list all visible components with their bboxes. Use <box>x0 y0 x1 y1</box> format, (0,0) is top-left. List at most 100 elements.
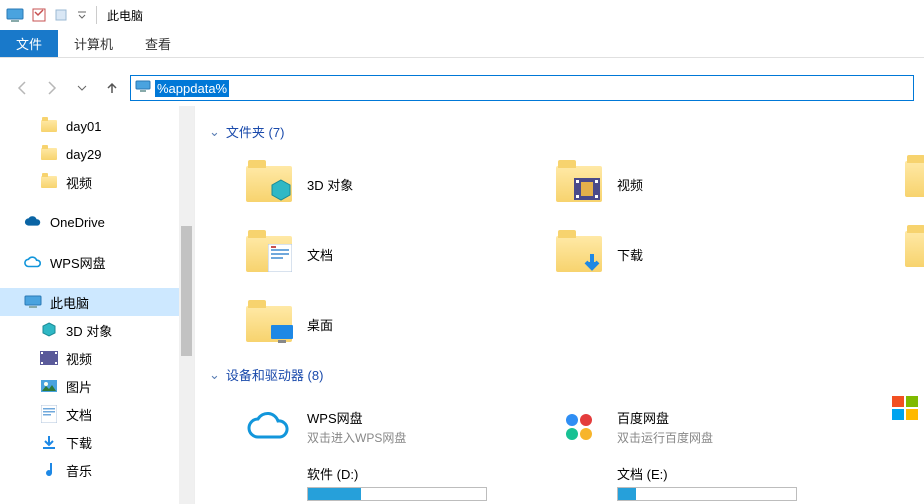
sidebar-item-label: day01 <box>66 119 101 134</box>
baidu-icon <box>555 403 603 451</box>
folder-item-partial-1[interactable] <box>884 214 924 284</box>
chevron-down-icon: ⌄ <box>209 124 220 140</box>
device-item-1[interactable]: 百度网盘双击运行百度网盘 <box>519 392 829 462</box>
sidebar-item-0[interactable]: day01 <box>0 112 180 140</box>
recent-dropdown[interactable] <box>70 76 94 100</box>
item-label: WPS网盘 <box>307 408 406 427</box>
group-header-devices[interactable]: ⌄ 设备和驱动器 (8) <box>209 365 924 384</box>
sidebar-item-label: WPS网盘 <box>50 253 106 272</box>
sidebar-item-1[interactable]: day29 <box>0 140 180 168</box>
group-title: 文件夹 (7) <box>226 122 285 141</box>
pc-icon <box>24 293 42 311</box>
sidebar-item-label: 视频 <box>66 173 92 192</box>
address-bar[interactable]: %appdata% <box>130 75 914 101</box>
item-label: 视频 <box>617 175 643 194</box>
chevron-down-icon: ⌄ <box>209 367 220 383</box>
up-button[interactable] <box>100 76 124 100</box>
drive-label: 软件 (D:) <box>307 464 487 483</box>
folder-icon <box>40 173 58 191</box>
sidebar-item-4[interactable]: WPS网盘 <box>0 248 180 276</box>
folder-icon <box>40 117 58 135</box>
scrollbar-thumb[interactable] <box>181 226 192 356</box>
sidebar-item-11[interactable]: 音乐 <box>0 456 180 484</box>
item-label: 桌面 <box>307 315 333 334</box>
sidebar-item-label: 文档 <box>66 405 92 424</box>
sidebar-item-8[interactable]: 图片 <box>0 372 180 400</box>
sidebar-item-9[interactable]: 文档 <box>0 400 180 428</box>
folder-icon <box>904 225 924 273</box>
folder-icon <box>904 155 924 203</box>
music-icon <box>40 461 58 479</box>
sidebar-item-5[interactable]: 此电脑 <box>0 288 180 316</box>
drive-item-1[interactable]: 文档 (E:) <box>519 462 829 504</box>
sidebar-item-6[interactable]: 3D 对象 <box>0 316 180 344</box>
drive-usage-bar <box>307 487 487 501</box>
item-label: 文档 <box>307 245 333 264</box>
tab-file[interactable]: 文件 <box>0 30 58 57</box>
drive-usage-bar <box>617 487 797 501</box>
window-title: 此电脑 <box>107 7 143 24</box>
address-text[interactable]: %appdata% <box>155 80 229 97</box>
sidebar-item-label: 图片 <box>66 377 92 396</box>
download-icon <box>40 433 58 451</box>
folder-item-2[interactable]: 文档 <box>209 219 519 289</box>
onedrive-icon <box>24 213 42 231</box>
sidebar: day01day29视频OneDriveWPS网盘此电脑3D 对象视频图片文档下… <box>0 106 195 504</box>
video-icon <box>555 160 603 208</box>
group-header-folders[interactable]: ⌄ 文件夹 (7) <box>209 122 924 141</box>
forward-button[interactable] <box>40 76 64 100</box>
folder-item-4[interactable]: 桌面 <box>209 289 519 359</box>
sidebar-item-7[interactable]: 视频 <box>0 344 180 372</box>
item-label: 百度网盘 <box>617 408 713 427</box>
content-pane: ⌄ 文件夹 (7) 3D 对象 视频文档 下载桌面 ⌄ 设备和驱动器 (8) WPS… <box>195 106 924 504</box>
sidebar-item-label: 3D 对象 <box>66 321 112 340</box>
sidebar-item-label: day29 <box>66 147 101 162</box>
ribbon-tabs: 文件 计算机 查看 <box>0 30 924 58</box>
item-subtitle: 双击进入WPS网盘 <box>307 429 406 446</box>
picture-icon <box>40 377 58 395</box>
3d-icon <box>40 321 58 339</box>
tab-view[interactable]: 查看 <box>129 30 187 57</box>
desktop-icon <box>245 300 293 348</box>
separator <box>96 6 97 24</box>
wps-icon <box>24 253 42 271</box>
nav-toolbar: %appdata% <box>0 70 924 106</box>
sidebar-item-label: OneDrive <box>50 215 105 230</box>
group-title: 设备和驱动器 (8) <box>226 365 324 384</box>
3d-icon <box>245 160 293 208</box>
folder-item-3[interactable]: 下载 <box>519 219 829 289</box>
qat-dropdown-icon[interactable] <box>52 4 74 26</box>
title-bar: 此电脑 <box>0 0 924 30</box>
qat-dropdown[interactable] <box>76 4 88 26</box>
sidebar-item-label: 音乐 <box>66 461 92 480</box>
sidebar-scrollbar[interactable] <box>179 106 194 504</box>
drive-label: 文档 (E:) <box>617 464 797 483</box>
device-item-0[interactable]: WPS网盘双击进入WPS网盘 <box>209 392 519 462</box>
doc-icon <box>245 230 293 278</box>
video-icon <box>40 349 58 367</box>
sidebar-item-label: 此电脑 <box>50 293 89 312</box>
address-pc-icon <box>135 80 151 96</box>
wps-big-icon <box>245 403 293 451</box>
drive-item-0[interactable]: 软件 (D:) <box>209 462 519 504</box>
pc-icon <box>4 4 26 26</box>
sidebar-item-2[interactable]: 视频 <box>0 168 180 196</box>
download-icon <box>555 230 603 278</box>
qat-properties-icon[interactable] <box>28 4 50 26</box>
drive-icon <box>245 464 293 504</box>
item-label: 3D 对象 <box>307 175 353 194</box>
back-button[interactable] <box>10 76 34 100</box>
drive-icon <box>555 464 603 504</box>
sidebar-item-3[interactable]: OneDrive <box>0 208 180 236</box>
tab-computer[interactable]: 计算机 <box>58 30 129 57</box>
sidebar-item-10[interactable]: 下载 <box>0 428 180 456</box>
sidebar-item-label: 视频 <box>66 349 92 368</box>
device-item-partial[interactable] <box>892 388 920 428</box>
folder-item-partial-0[interactable] <box>884 144 924 214</box>
doc-icon <box>40 405 58 423</box>
item-label: 下载 <box>617 245 643 264</box>
folder-item-1[interactable]: 视频 <box>519 149 829 219</box>
sidebar-item-label: 下载 <box>66 433 92 452</box>
folder-item-0[interactable]: 3D 对象 <box>209 149 519 219</box>
item-subtitle: 双击运行百度网盘 <box>617 429 713 446</box>
